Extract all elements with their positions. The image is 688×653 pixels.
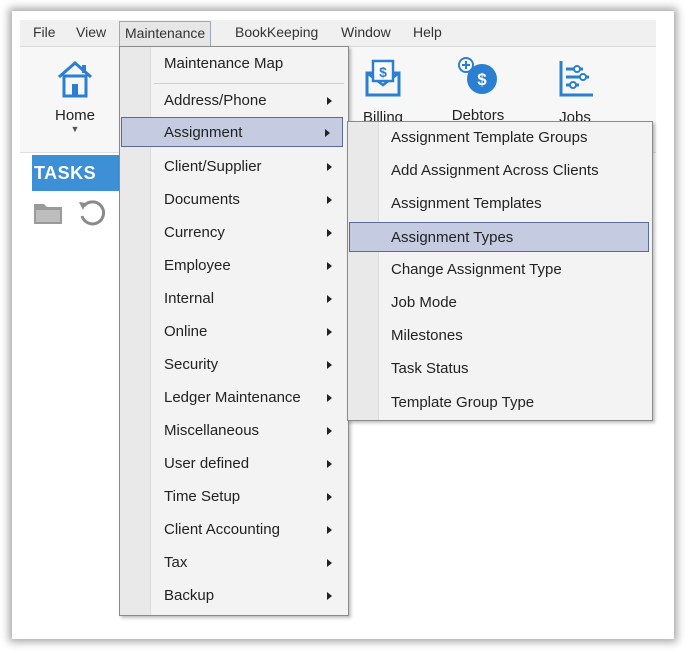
menu-bar: File View Maintenance BookKeeping Window… — [20, 20, 656, 47]
submenu-arrow-icon — [327, 328, 332, 336]
menu-separator — [154, 83, 344, 84]
billing-icon: $ — [365, 59, 401, 97]
menu-item-miscellaneous[interactable]: Miscellaneous — [164, 416, 344, 446]
submenu-item-add-assignment-across-clients[interactable]: Add Assignment Across Clients — [391, 156, 646, 186]
jobs-button[interactable]: Jobs — [550, 57, 600, 126]
home-icon — [58, 61, 92, 98]
menu-item-time-setup[interactable]: Time Setup — [164, 482, 344, 512]
submenu-arrow-icon — [327, 97, 332, 105]
menu-item-label: Internal — [164, 290, 215, 307]
submenu-arrow-icon — [327, 262, 332, 270]
menu-item-tax[interactable]: Tax — [164, 548, 344, 578]
menu-item-user-defined[interactable]: User defined — [164, 449, 344, 479]
submenu-item-task-status[interactable]: Task Status — [391, 354, 646, 384]
submenu-arrow-icon — [327, 460, 332, 468]
menu-item-label: User defined — [164, 455, 250, 472]
home-button[interactable]: Home ▼ — [50, 57, 100, 134]
menu-item-security[interactable]: Security — [164, 350, 344, 380]
tasks-header: TASKS — [32, 155, 120, 191]
menu-item-assignment[interactable]: Assignment — [121, 117, 343, 147]
menu-item-label: Employee — [164, 257, 231, 274]
menu-item-backup[interactable]: Backup — [164, 581, 344, 611]
submenu-arrow-icon — [327, 295, 332, 303]
menu-item-label: Tax — [164, 554, 188, 571]
menu-file[interactable]: File — [33, 24, 56, 40]
menu-item-label: Miscellaneous — [164, 422, 260, 439]
submenu-arrow-icon — [327, 427, 332, 435]
submenu-arrow-icon — [327, 394, 332, 402]
submenu-item-template-group-type[interactable]: Template Group Type — [391, 388, 646, 418]
menu-item-label: Documents — [164, 191, 240, 208]
menu-item-label: Maintenance Map — [164, 55, 284, 72]
submenu-arrow-icon — [327, 196, 332, 204]
submenu-arrow-icon — [327, 361, 332, 369]
svg-text:$: $ — [379, 64, 387, 80]
jobs-icon — [559, 61, 593, 97]
menu-item-label: Backup — [164, 587, 215, 604]
menu-item-label: Ledger Maintenance — [164, 389, 301, 406]
home-label: Home — [54, 107, 95, 124]
submenu-item-job-mode[interactable]: Job Mode — [391, 288, 646, 318]
submenu-gutter — [348, 122, 379, 420]
menu-maintenance[interactable]: Maintenance — [119, 21, 212, 46]
menu-item-documents[interactable]: Documents — [164, 185, 344, 215]
menu-item-client-accounting[interactable]: Client Accounting — [164, 515, 344, 545]
submenu-item-change-assignment-type[interactable]: Change Assignment Type — [391, 255, 646, 285]
home-dropdown-icon[interactable]: ▼ — [50, 124, 100, 134]
menu-item-label: Security — [164, 356, 219, 373]
debtors-button[interactable]: $ Debtors — [443, 55, 513, 124]
menu-item-ledger-maintenance[interactable]: Ledger Maintenance — [164, 383, 344, 413]
menu-item-client-supplier[interactable]: Client/Supplier — [164, 152, 344, 182]
menu-item-internal[interactable]: Internal — [164, 284, 344, 314]
submenu-item-assignment-types[interactable]: Assignment Types — [349, 222, 649, 252]
menu-bookkeeping[interactable]: BookKeeping — [235, 24, 318, 40]
menu-item-online[interactable]: Online — [164, 317, 344, 347]
billing-button[interactable]: $ Billing — [353, 57, 413, 126]
menu-item-label: Assignment — [164, 124, 243, 141]
submenu-arrow-icon — [327, 592, 332, 600]
submenu-arrow-icon — [327, 526, 332, 534]
menu-item-employee[interactable]: Employee — [164, 251, 344, 281]
refresh-icon[interactable] — [76, 198, 108, 228]
submenu-item-assignment-templates[interactable]: Assignment Templates — [391, 189, 646, 219]
menu-item-label: Currency — [164, 224, 225, 241]
menu-help[interactable]: Help — [413, 24, 442, 40]
menu-item-label: Address/Phone — [164, 92, 267, 109]
menu-item-address-phone[interactable]: Address/Phone — [164, 86, 344, 116]
submenu-arrow-icon — [327, 163, 332, 171]
menu-item-label: Online — [164, 323, 208, 340]
menu-item-currency[interactable]: Currency — [164, 218, 344, 248]
menu-view[interactable]: View — [76, 24, 106, 40]
submenu-arrow-icon — [327, 229, 332, 237]
submenu-arrow-icon — [325, 129, 330, 137]
submenu-arrow-icon — [327, 559, 332, 567]
svg-text:$: $ — [477, 70, 487, 89]
menu-item-maintenance-map[interactable]: Maintenance Map — [164, 49, 344, 79]
menu-item-label: Client/Supplier — [164, 158, 262, 175]
folder-icon[interactable] — [33, 198, 63, 226]
menu-window[interactable]: Window — [341, 24, 391, 40]
submenu-item-milestones[interactable]: Milestones — [391, 321, 646, 351]
submenu-item-assignment-template-groups[interactable]: Assignment Template Groups — [391, 123, 646, 153]
submenu-arrow-icon — [327, 493, 332, 501]
menu-item-label: Time Setup — [164, 488, 241, 505]
menu-item-label: Client Accounting — [164, 521, 280, 538]
debtors-icon: $ — [458, 57, 497, 94]
